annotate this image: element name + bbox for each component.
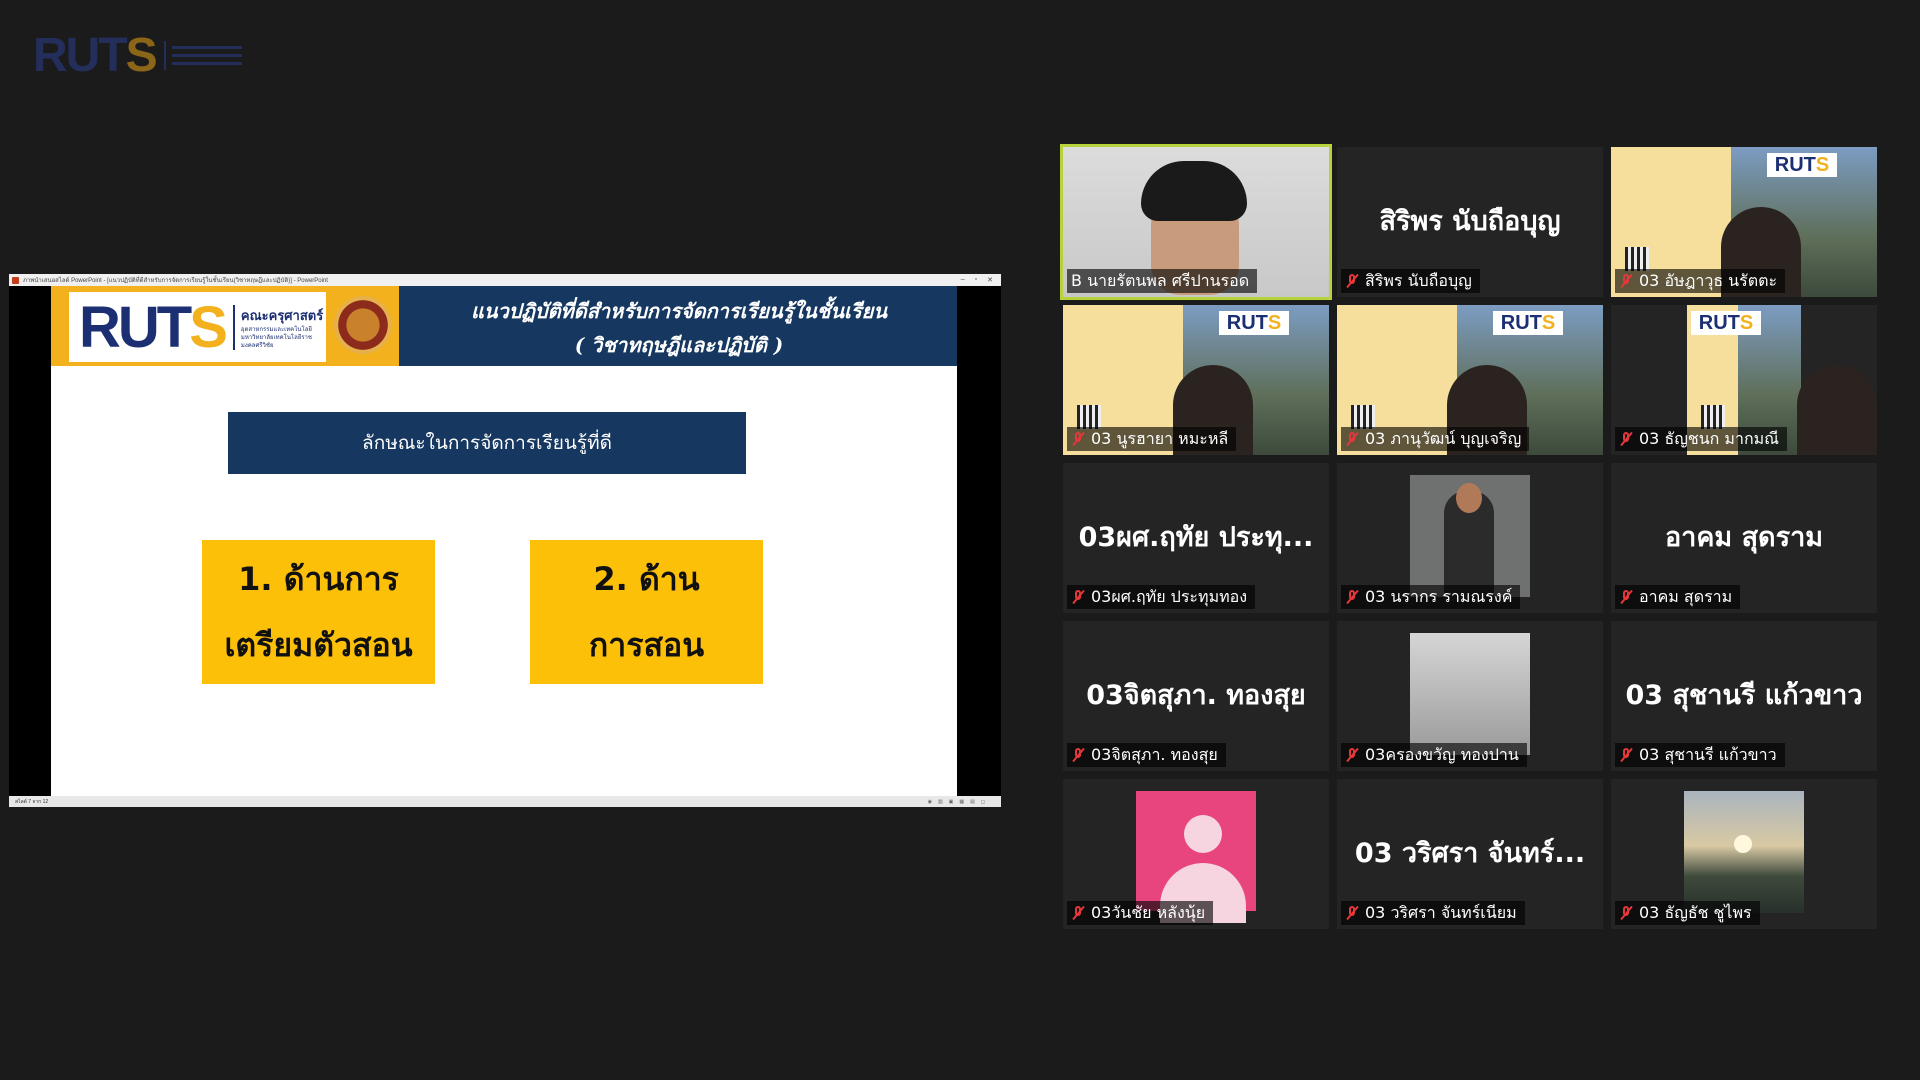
watermark-logo-lines [163, 41, 242, 70]
participant-tile[interactable]: 03ครองขวัญ ทองปาน [1337, 621, 1603, 771]
mic-muted-icon [1619, 589, 1633, 605]
mic-muted-icon [1071, 747, 1085, 763]
slide-subtitle: ลักษณะในการจัดการเรียนรู้ที่ดี [228, 412, 746, 474]
participant-name: 03 ธัญชนก มากมณี [1639, 428, 1780, 448]
participant-name-label: 03 นูรฮายา หมะหลี [1067, 427, 1237, 451]
participant-display-name: 03 วริศรา จันทร์... [1354, 838, 1586, 869]
participant-tile[interactable]: สิริพร นับถือบุญ สิริพร นับถือบุญ [1337, 147, 1603, 297]
presentation-slide: RUTS คณะครุศาสตร์ อุตสาหกรรมและเทคโนโลยี… [51, 286, 957, 796]
participant-name: 03 นรากร รามณรงค์ [1365, 586, 1513, 606]
shared-window-titlebar: ภาพนำเสนอสไลด์ PowerPoint - [แนวปฏิบัติท… [9, 274, 1001, 286]
participant-tile[interactable]: RUTS 03 ธัญชนก มากมณี [1611, 305, 1877, 455]
participant-display-name: อาคม สุดราม [1664, 522, 1824, 553]
participant-tile[interactable]: 03 สุชานรี แก้วขาว 03 สุชานรี แก้วขาว [1611, 621, 1877, 771]
participant-name: B นายรัตนพล ศรีปานรอด [1071, 270, 1250, 290]
slide-title: แนวปฏิบัติที่ดีสำหรับการจัดการเรียนรู้ใน… [470, 299, 888, 357]
participant-display-name: สิริพร นับถือบุญ [1379, 206, 1561, 237]
participant-name-label: 03 ธัญชนก มากมณี [1615, 427, 1788, 451]
participant-name-label: 03 สุชานรี แก้วขาว [1615, 743, 1785, 767]
participant-tile[interactable]: 03ผศ.ฤทัย ประทุ... 03ผศ.ฤทัย ประทุมทอง [1063, 463, 1329, 613]
participant-tile[interactable]: 03 ธัญธัช ชูไพร [1611, 779, 1877, 929]
participant-video [1410, 633, 1530, 755]
participant-name-label: 03ผศ.ฤทัย ประทุมทอง [1067, 585, 1256, 609]
participant-video [1410, 475, 1530, 601]
slide-logo: RUTS คณะครุศาสตร์ อุตสาหกรรมและเทคโนโลยี… [69, 292, 326, 362]
participant-name-label: 03 อัษฎาวุธ นรัตตะ [1615, 269, 1786, 293]
participant-tile[interactable]: 03 นรากร รามณรงค์ [1337, 463, 1603, 613]
participant-display-name: 03จิตสุภา. ทองสุย [1086, 680, 1306, 711]
mic-muted-icon [1345, 431, 1359, 447]
shared-window-statusbar: สไลด์ 7 จาก 12 ◉▥▣▦▤◻ [9, 796, 1001, 807]
participant-name-label: B นายรัตนพล ศรีปานรอด [1067, 269, 1258, 293]
mic-muted-icon [1619, 747, 1633, 763]
mic-muted-icon [1071, 589, 1085, 605]
mic-muted-icon [1071, 905, 1085, 921]
minimize-icon: – [960, 276, 965, 283]
slide-logo-text: RUTS [79, 294, 228, 360]
participant-name-label: สิริพร นับถือบุญ [1341, 269, 1480, 293]
mic-muted-icon [1345, 747, 1359, 763]
participant-name-label: 03 นรากร รามณรงค์ [1341, 585, 1521, 609]
participant-name-label: 03จิตสุภา. ทองสุย [1067, 743, 1226, 767]
view-controls-icon: ◉▥▣▦▤◻ [927, 798, 991, 805]
participant-tile[interactable]: RUTS 03 ภานุวัฒน์ บุญเจริญ [1337, 305, 1603, 455]
participant-name-label: 03วันชัย หลังนุ้ย [1067, 901, 1214, 925]
shared-window-title: ภาพนำเสนอสไลด์ PowerPoint - [แนวปฏิบัติท… [23, 278, 328, 284]
participant-display-name: 03 สุชานรี แก้วขาว [1625, 680, 1863, 711]
participant-tile[interactable]: 03 วริศรา จันทร์... 03 วริศรา จันทร์เนียม [1337, 779, 1603, 929]
mic-muted-icon [1619, 905, 1633, 921]
restore-icon: ▫ [974, 276, 978, 283]
participant-name: 03 วริศรา จันทร์เนียม [1365, 902, 1517, 922]
slide-box-preparation: 1. ด้านการ เตรียมตัวสอน [202, 540, 435, 684]
participant-name: 03 นูรฮายา หมะหลี [1091, 428, 1229, 448]
participant-name-label: 03 วริศรา จันทร์เนียม [1341, 901, 1525, 925]
participant-name: อาคม สุดราม [1639, 586, 1733, 606]
participant-name: 03 อัษฎาวุธ นรัตตะ [1639, 270, 1778, 290]
mic-muted-icon [1345, 589, 1359, 605]
watermark-logo: RUTS [33, 28, 242, 83]
participant-display-name: 03ผศ.ฤทัย ประทุ... [1078, 522, 1314, 553]
participant-tile[interactable]: 03จิตสุภา. ทองสุย 03จิตสุภา. ทองสุย [1063, 621, 1329, 771]
window-controls: – ▫ ✕ [961, 276, 1001, 284]
participant-name: สิริพร นับถือบุญ [1365, 270, 1472, 290]
mic-muted-icon [1619, 273, 1633, 289]
close-icon: ✕ [987, 277, 993, 284]
shared-screen[interactable]: ภาพนำเสนอสไลด์ PowerPoint - [แนวปฏิบัติท… [9, 274, 1001, 807]
participant-name: 03ผศ.ฤทัย ประทุมทอง [1091, 586, 1248, 606]
participant-name: 03 ภานุวัฒน์ บุญเจริญ [1365, 428, 1522, 448]
participant-tile[interactable]: RUTS 03 นูรฮายา หมะหลี [1063, 305, 1329, 455]
participant-name-label: อาคม สุดราม [1615, 585, 1741, 609]
participant-tile[interactable]: อาคม สุดราม อาคม สุดราม [1611, 463, 1877, 613]
participant-name-label: 03 ภานุวัฒน์ บุญเจริญ [1341, 427, 1530, 451]
participant-name: 03 สุชานรี แก้วขาว [1639, 744, 1777, 764]
slide-box-teaching: 2. ด้าน การสอน [530, 540, 763, 684]
university-seal-icon [334, 296, 392, 354]
faculty-name: คณะครุศาสตร์ อุตสาหกรรมและเทคโนโลยี มหาว… [232, 304, 326, 350]
powerpoint-icon [12, 276, 19, 284]
participant-video [1684, 791, 1804, 913]
participant-name-label: 03 ธัญธัช ชูไพร [1615, 901, 1760, 925]
participant-name: 03จิตสุภา. ทองสุย [1091, 744, 1218, 764]
slide-counter: สไลด์ 7 จาก 12 [15, 798, 49, 805]
participant-name: 03 ธัญธัช ชูไพร [1639, 902, 1752, 922]
participant-name-label: 03ครองขวัญ ทองปาน [1341, 743, 1527, 767]
participant-tile[interactable]: B นายรัตนพล ศรีปานรอด [1060, 144, 1332, 300]
watermark-logo-text: RUTS [33, 29, 158, 82]
mic-muted-icon [1071, 431, 1085, 447]
participant-tile[interactable]: 03วันชัย หลังนุ้ย [1063, 779, 1329, 929]
participant-name: 03ครองขวัญ ทองปาน [1365, 744, 1519, 764]
participant-name: 03วันชัย หลังนุ้ย [1091, 902, 1206, 922]
participant-tile[interactable]: RUTS 03 อัษฎาวุธ นรัตตะ [1611, 147, 1877, 297]
mic-muted-icon [1619, 431, 1633, 447]
participant-video [1136, 791, 1256, 923]
mic-muted-icon [1345, 905, 1359, 921]
mic-muted-icon [1345, 273, 1359, 289]
